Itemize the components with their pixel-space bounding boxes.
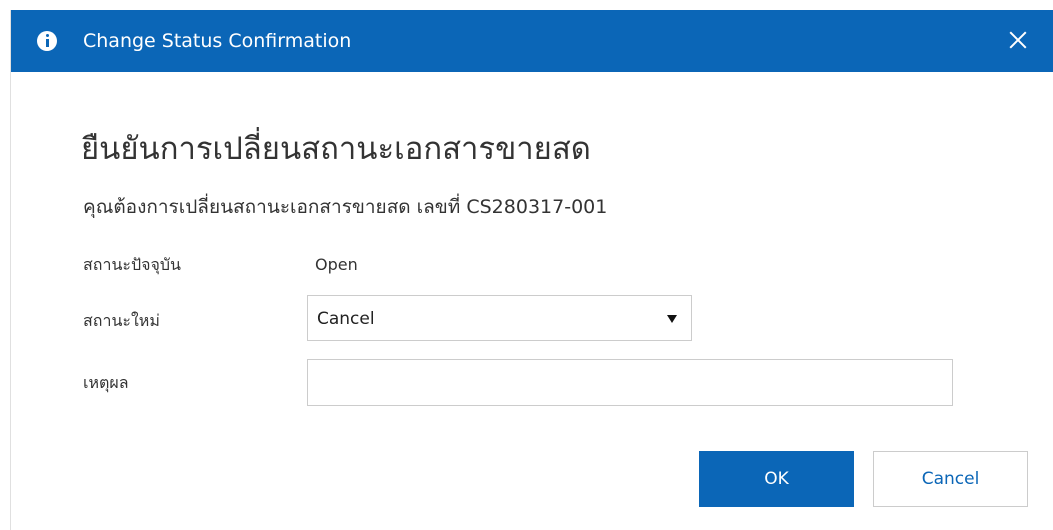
dialog-header: Change Status Confirmation <box>11 10 1053 72</box>
new-status-label: สถานะใหม่ <box>83 311 160 330</box>
current-status-value: Open <box>315 255 358 274</box>
new-status-select[interactable]: Cancel <box>307 295 692 341</box>
close-icon[interactable] <box>1006 28 1030 52</box>
dialog-title: Change Status Confirmation <box>83 30 352 52</box>
reason-input[interactable] <box>307 359 953 406</box>
dialog-heading: ยืนยันการเปลี่ยนสถานะเอกสารขายสด <box>81 131 591 167</box>
confirmation-message: คุณต้องการเปลี่ยนสถานะเอกสารขายสด เลขที่… <box>83 196 608 218</box>
chevron-down-icon <box>667 315 677 323</box>
reason-label: เหตุผล <box>83 373 129 392</box>
new-status-selected-value: Cancel <box>317 309 375 329</box>
info-icon <box>37 31 57 51</box>
current-status-label: สถานะปัจจุบัน <box>83 255 181 274</box>
cancel-button[interactable]: Cancel <box>873 451 1028 507</box>
ok-button[interactable]: OK <box>699 451 854 507</box>
status-confirmation-dialog: Change Status Confirmation ยืนยันการเปลี… <box>10 10 1053 530</box>
